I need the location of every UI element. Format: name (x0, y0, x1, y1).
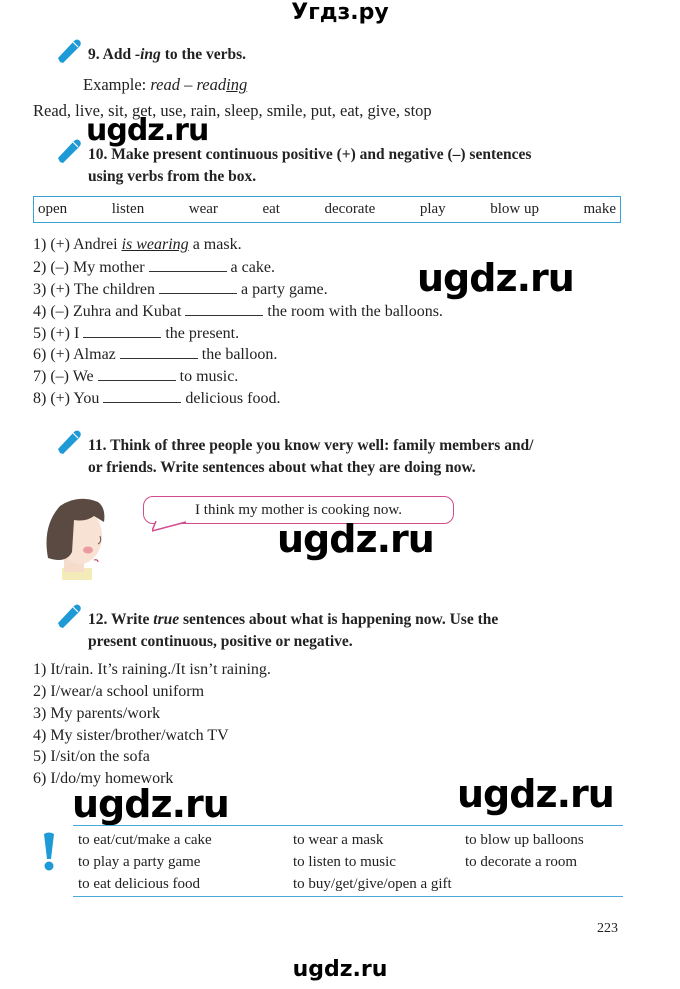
phrase: to eat delicious food (78, 876, 201, 892)
ex9-number: 9. (88, 46, 100, 63)
phrase: to eat/cut/make a cake (78, 832, 212, 848)
example-stem: read (196, 75, 227, 94)
exclamation-icon (44, 832, 54, 871)
phrase: to blow up balloons (465, 832, 584, 848)
ex9-title: 9. Add -ing to the verbs. (88, 45, 246, 65)
sentence-pre: 6) (+) Almaz (33, 346, 116, 363)
sentence-pre: 1) (+) Andrei (33, 236, 118, 253)
sentence-post: a party game. (241, 281, 328, 298)
pen-icon (56, 138, 82, 164)
ex10-title-line2: using verbs from the box. (88, 168, 257, 185)
ex9-example: Example: read – reading (83, 75, 247, 95)
info-column-1: to eat/cut/make a cake to play a party g… (78, 829, 212, 895)
site-footer-title: ugdz.ru (292, 957, 388, 982)
answer-blank (103, 388, 182, 403)
phrase: to wear a mask (293, 832, 384, 848)
sentence: 7) (–) We to music. (33, 366, 238, 387)
sentence: 2) (–) My mother a cake. (33, 257, 275, 278)
box-word: wear (188, 201, 218, 217)
info-column-3: to blow up balloons to decorate a room (465, 829, 584, 873)
answer-blank (148, 257, 227, 272)
speech-bubble-tail (152, 521, 187, 532)
example-word: read (150, 75, 180, 94)
box-word: decorate (324, 201, 376, 217)
list-item: 5) I/sit/on the sofa (33, 748, 150, 765)
ex11-title-line2: or friends. Write sentences about what t… (88, 459, 476, 476)
sentence-pre: 5) (+) I (33, 325, 80, 342)
list-item: 2) I/wear/a school uniform (33, 683, 205, 700)
sentence: 6) (+) Almaz the balloon. (33, 344, 277, 365)
box-word: open (38, 201, 68, 217)
ex12-title-pre: 12. Write (88, 611, 150, 628)
answer-blank (83, 323, 162, 338)
sentence-pre: 8) (+) You (33, 390, 100, 407)
example-dash: – (184, 75, 193, 94)
watermark: ugdz.ru (72, 782, 230, 826)
box-word: play (419, 201, 446, 217)
box-word: listen (111, 201, 145, 217)
example-label: Example: (83, 75, 147, 94)
pen-icon (56, 603, 82, 629)
page-number: 223 (597, 921, 618, 936)
list-item: 1) It/rain. It’s raining./It isn’t raini… (33, 661, 271, 678)
answer-blank (159, 279, 238, 294)
box-word: blow up (490, 201, 539, 217)
phrase: to listen to music (293, 854, 396, 870)
answer-blank (119, 344, 198, 359)
pen-icon (56, 38, 82, 64)
watermark: ugdz.ru (457, 772, 615, 816)
sentence: 8) (+) You delicious food. (33, 388, 280, 409)
ex12-title-em: true (153, 611, 180, 628)
ex12-title-line2: present continuous, positive or negative… (88, 633, 353, 650)
sentence-pre: 2) (–) My mother (33, 259, 145, 276)
verb-box: open listen wear eat decorate play blow … (33, 196, 621, 223)
phrase: to play a party game (78, 854, 201, 870)
phrase: to buy/get/give/open a gift (293, 876, 452, 892)
phrase: to decorate a room (465, 854, 578, 870)
sentence: 3) (+) The children a party game. (33, 279, 328, 300)
info-box-bottom-line (73, 896, 623, 897)
sentence-pre: 7) (–) We (33, 368, 94, 385)
info-box-top-line (73, 825, 623, 826)
site-header-title: Угдз.ру (291, 0, 389, 25)
watermark: ugdz.ru (86, 113, 209, 148)
sentence-post: delicious food. (185, 390, 281, 407)
box-word: make (583, 201, 616, 217)
ex9-title-em: -ing (134, 46, 161, 63)
example-suffix: ing (226, 75, 248, 94)
pen-icon (56, 429, 82, 455)
sentence-pre: 4) (–) Zuhra and Kubat (33, 303, 182, 320)
watermark: ugdz.ru (417, 256, 575, 300)
ex10-title-line1: 10. Make present continuous positive (+)… (88, 146, 532, 163)
sentence-post: the present. (165, 325, 240, 342)
sentence-post: a cake. (230, 259, 275, 276)
sentence-post: a mask. (192, 236, 242, 253)
sentence: 5) (+) I the present. (33, 323, 239, 344)
list-item: 4) My sister/brother/watch TV (33, 727, 229, 744)
list-item: 3) My parents/work (33, 705, 161, 722)
girl-illustration (46, 498, 105, 580)
ex11-title-line1: 11. Think of three people you know very … (88, 437, 534, 454)
sentence-answer: is wearing (121, 236, 189, 253)
answer-blank (97, 366, 176, 381)
sentence-post: to music. (179, 368, 239, 385)
answer-blank (185, 301, 264, 316)
ex12-title-post: sentences about what is happening now. U… (183, 611, 499, 628)
box-word: eat (262, 201, 280, 217)
watermark: ugdz.ru (277, 517, 435, 561)
sentence-post: the balloon. (201, 346, 278, 363)
sentence: 1) (+) Andrei is wearing a mask. (33, 235, 242, 255)
info-column-2: to wear a mask to listen to music to buy… (293, 829, 452, 895)
ex9-title-pre: Add (102, 46, 132, 63)
sentence-pre: 3) (+) The children (33, 281, 156, 298)
ex9-title-post: to the verbs. (164, 46, 247, 63)
ex12-title-line1: 12. Write true sentences about what is h… (88, 610, 498, 630)
sentence-post: the room with the balloons. (267, 303, 443, 320)
sentence: 4) (–) Zuhra and Kubat the room with the … (33, 301, 443, 322)
